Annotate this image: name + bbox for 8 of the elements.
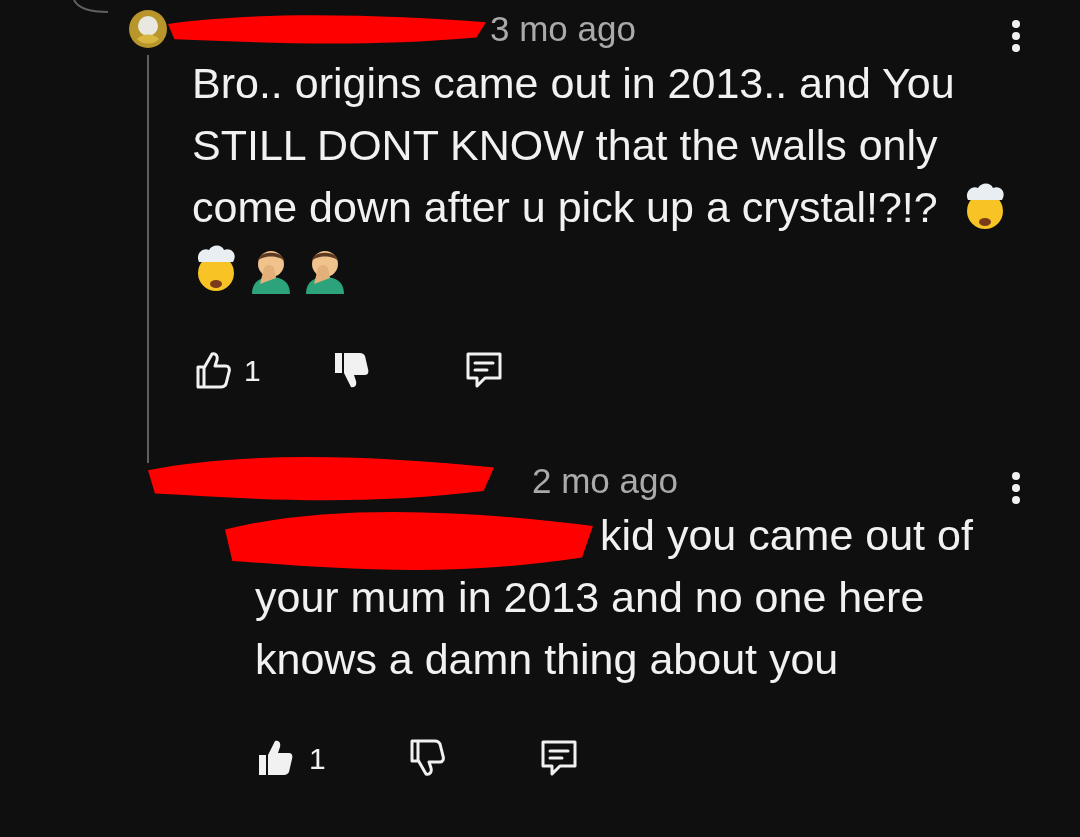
more-options-button[interactable]: [1010, 18, 1022, 54]
comment-time: 2 mo ago: [532, 459, 678, 502]
more-options-button[interactable]: [1010, 470, 1022, 506]
like-count: 1: [309, 740, 326, 777]
comment-text: kid you came out of your mum in 2013 and no one here knows a damn thing about you: [255, 511, 973, 683]
comment-text: Bro.. origins came out in 2013.. and You STILL DONT KNOW that the walls only come down after u pick up a crystal!?!?: [192, 59, 955, 231]
like-count: 1: [244, 352, 261, 389]
comment-time: 3 mo ago: [490, 7, 636, 50]
